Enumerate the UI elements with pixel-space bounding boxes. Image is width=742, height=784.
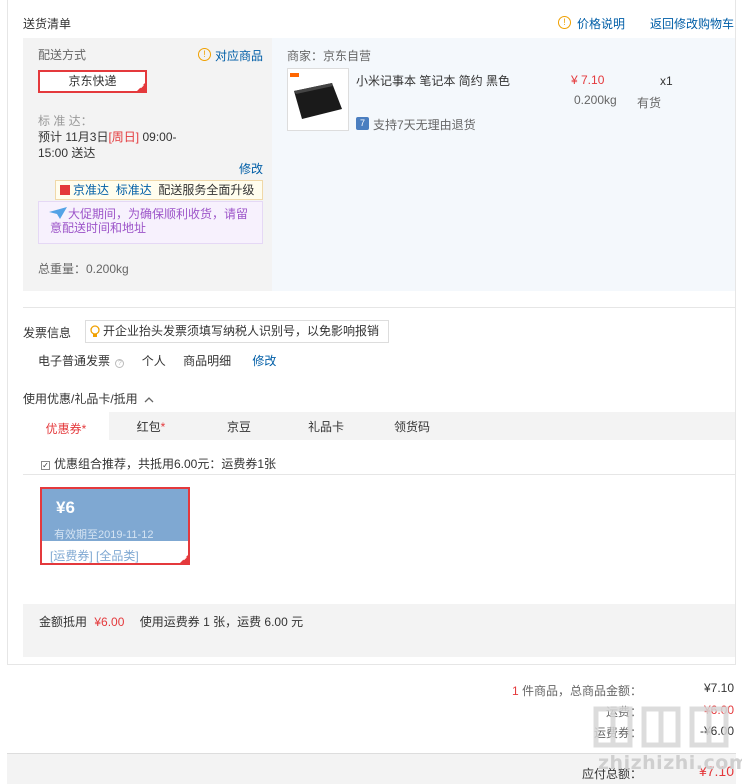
combo-recommend[interactable]: ✓ 优惠组合推荐，共抵用6.00元：运费券1张 (41, 455, 276, 472)
tab-redpacket[interactable]: 红包* (109, 412, 193, 440)
product-price: ¥ 7.10 (571, 73, 605, 87)
ship-option-label: 京东快递 (68, 74, 117, 88)
invoice-content: 商品明细 (183, 354, 232, 368)
badge-bzd: 标准达 (115, 183, 152, 197)
discount-header: 使用优惠/礼品卡/抵用 (23, 392, 138, 406)
checkbox[interactable]: ✓ (41, 461, 50, 470)
tab-jingdou[interactable]: 京豆 (193, 412, 285, 440)
product-name-link[interactable]: 小米记事本 笔记本 简约 黑色 (356, 72, 510, 89)
invoice-title: 个人 (141, 354, 166, 368)
product-weight: 0.200kg (574, 93, 617, 107)
section-title: 送货清单 (23, 17, 72, 31)
invoice-label: 发票信息 (23, 326, 72, 340)
price-help-link[interactable]: 价格说明 (577, 15, 625, 32)
product-image[interactable] (287, 68, 349, 131)
summary-label: 金额抵用 (39, 615, 88, 629)
watermark-glyph-icon (593, 706, 729, 748)
return-policy-icon: 7 (356, 117, 369, 130)
notebook-icon (290, 73, 342, 119)
goods-total: ¥7.10 (703, 681, 734, 695)
chevron-up-icon (144, 397, 154, 403)
discount-toggle[interactable]: 使用优惠/礼品卡/抵用 (23, 390, 154, 407)
matching-goods-link[interactable]: 对应商品 (215, 47, 263, 64)
jzd-logo-icon (60, 185, 70, 195)
coupon-header: ¥6 有效期至2019-11-12 (42, 489, 188, 541)
merchant-label: 商家：京东自营 (287, 49, 372, 63)
total-weight: 总重量：0.200kg (38, 262, 129, 276)
summary-detail: 使用运费券 1 张，运费 6.00 元 (139, 615, 304, 629)
product-qty: x1 (660, 74, 673, 88)
discount-summary: 金额抵用 ¥6.00 使用运费券 1 张，运费 6.00 元 (23, 604, 735, 657)
watermark-logo (590, 703, 740, 751)
return-policy-text: 支持7天无理由退货 (373, 118, 476, 132)
modify-shipping-link[interactable]: 修改 (239, 160, 263, 177)
invoice-type: 电子普通发票 (38, 354, 111, 368)
selected-corner-icon (180, 555, 188, 563)
tab-giftcard[interactable]: 礼品卡 (285, 412, 367, 440)
ship-method-label: 配送方式 (38, 48, 87, 62)
invoice-details: 电子普通发票 ? 个人 商品明细 修改 (38, 352, 276, 369)
watermark-text: zhizhizhi.com (598, 752, 742, 774)
divider (23, 307, 735, 308)
tab-coupon[interactable]: 优惠券* (23, 412, 109, 440)
ship-option-button[interactable]: 京东快递 (38, 70, 147, 93)
discount-tabs: 优惠券* 红包* 京豆 礼品卡 领货码 (23, 412, 735, 440)
info-icon: ! (198, 48, 211, 61)
coupon-card[interactable]: ¥6 有效期至2019-11-12 [运费券] [全品类] (40, 487, 190, 565)
eta-line2: 15:00 送达 (38, 146, 96, 160)
modify-invoice-link[interactable]: 修改 (252, 354, 276, 368)
upgrade-banner[interactable]: 京准达 标准达 配送服务全面升级 (55, 180, 263, 200)
back-to-cart-link[interactable]: 返回修改购物车 (650, 15, 734, 32)
invoice-tip: 开企业抬头发票须填写纳税人识别号，以免影响报销 (85, 320, 389, 343)
eta-line1: 预计 11月3日[周日] 09:00- (38, 130, 177, 144)
info-icon: ! (558, 16, 571, 29)
coupon-amount: ¥6 (56, 498, 75, 517)
upgrade-text: 配送服务全面升级 (158, 183, 255, 197)
summary-amount: ¥6.00 (94, 615, 125, 629)
stock-status: 有货 (637, 96, 662, 110)
selected-corner-icon (137, 83, 145, 91)
goods-count-line: 1 件商品，总商品金额： (511, 684, 642, 698)
paper-plane-icon (49, 207, 67, 219)
help-icon[interactable]: ? (115, 359, 125, 368)
coupon-tags: [运费券] [全品类] (50, 549, 139, 563)
std-label: 标 准 达： (38, 114, 93, 128)
tab-pickup-code[interactable]: 领货码 (367, 412, 457, 440)
lightbulb-icon (90, 325, 100, 337)
promo-notice: 大促期间，为确保顺利收货，请留意配送时间和地址 (38, 201, 263, 244)
badge-jzd: 京准达 (73, 183, 110, 197)
coupon-expiry: 有效期至2019-11-12 (54, 529, 154, 541)
